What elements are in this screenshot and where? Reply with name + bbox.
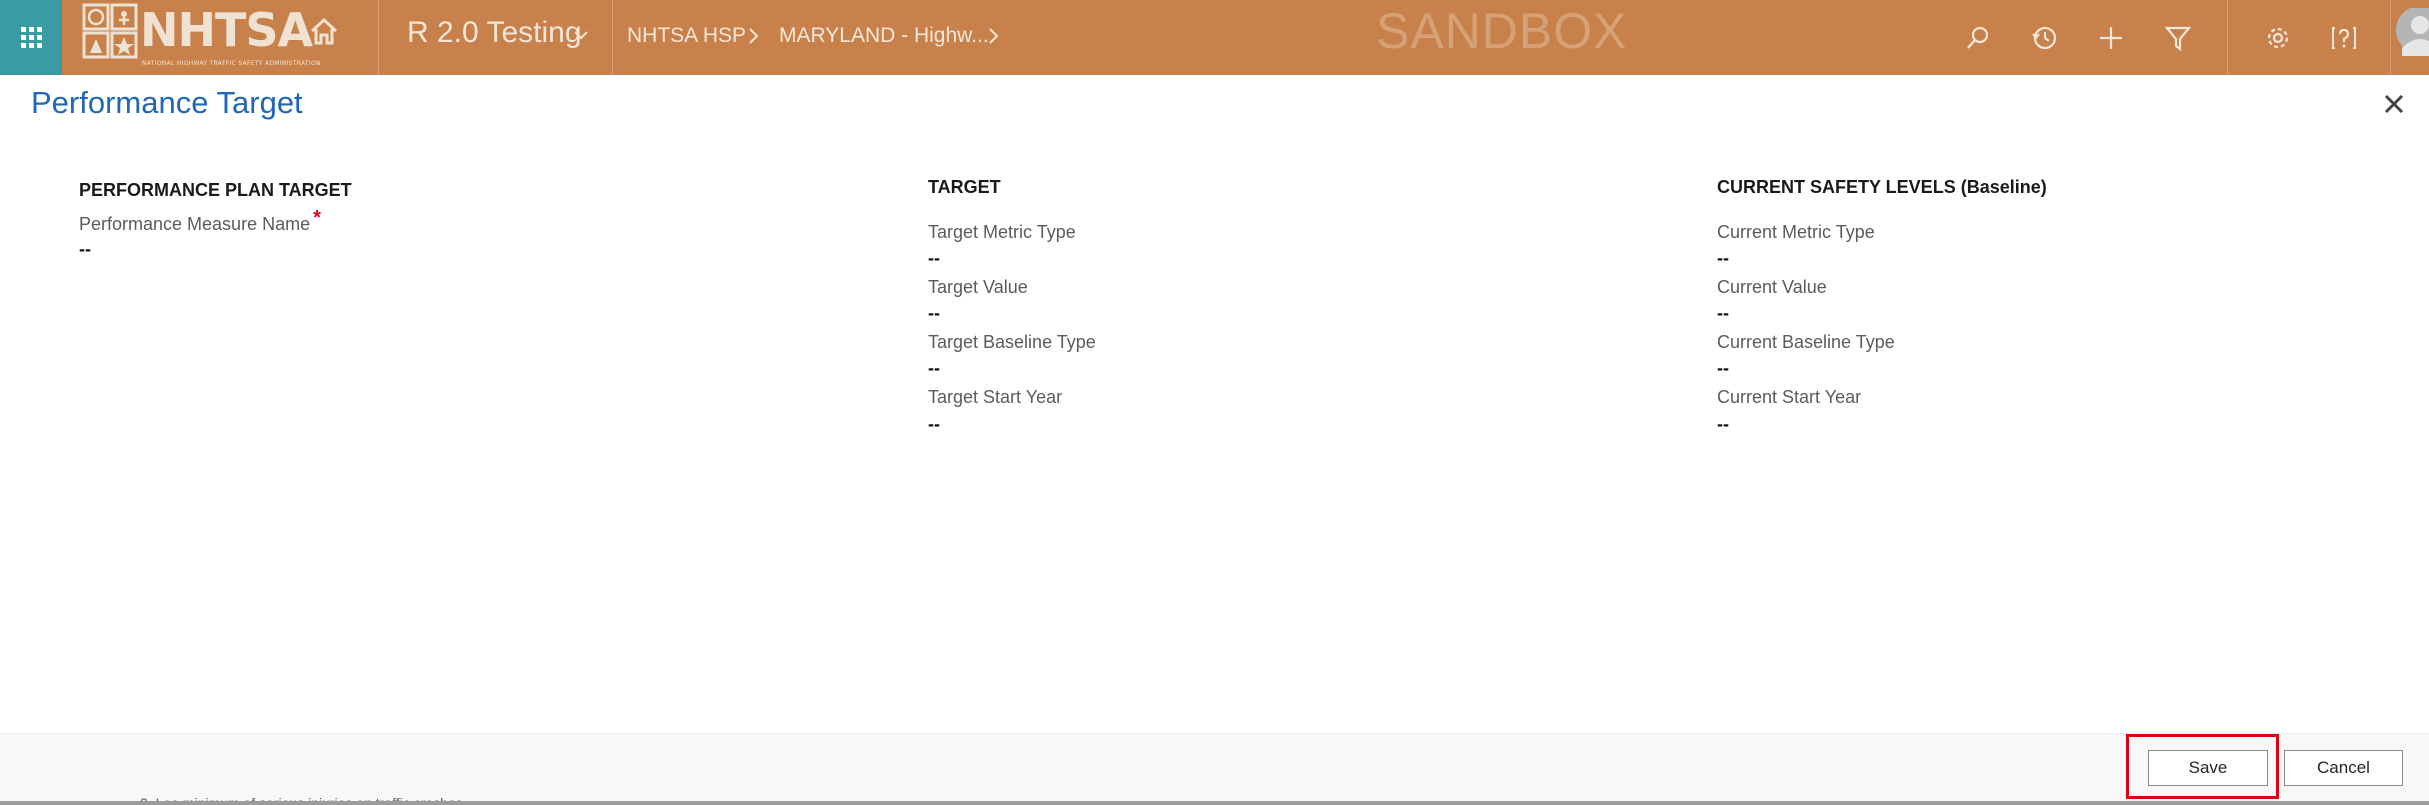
- home-icon[interactable]: [309, 16, 339, 46]
- field-value-current-start-year[interactable]: --: [1717, 414, 1729, 435]
- user-avatar-icon[interactable]: [2396, 8, 2429, 68]
- help-icon[interactable]: [2330, 24, 2358, 52]
- dialog-title: Performance Target: [31, 85, 303, 120]
- dialog-bottom-border: [0, 801, 2429, 805]
- cancel-button[interactable]: Cancel: [2284, 750, 2403, 786]
- field-label-current-start-year: Current Start Year: [1717, 387, 1862, 407]
- sandbox-watermark: SANDBOX: [1376, 3, 1628, 59]
- nav-divider: [2227, 0, 2228, 75]
- field-value-current-value[interactable]: --: [1717, 303, 1729, 324]
- field-label-target-baseline-type: Target Baseline Type: [928, 332, 1096, 352]
- section-heading-plan-target: PERFORMANCE PLAN TARGET: [79, 180, 352, 200]
- field-value-current-baseline-type[interactable]: --: [1717, 358, 1729, 379]
- save-button[interactable]: Save: [2148, 750, 2268, 786]
- filter-icon[interactable]: [2164, 24, 2192, 52]
- field-value-current-metric-type[interactable]: --: [1717, 248, 1729, 269]
- breadcrumb-maryland[interactable]: MARYLAND - Highw...: [779, 24, 989, 48]
- logo-text: NHTSA: [140, 3, 313, 57]
- top-nav-bar: NHTSA NATIONAL HIGHWAY TRAFFIC SAFETY AD…: [0, 0, 2429, 75]
- gear-icon[interactable]: [2264, 24, 2292, 52]
- chevron-down-icon[interactable]: [572, 26, 590, 44]
- section-heading-target: TARGET: [928, 177, 1001, 197]
- nhtsa-emblem-icon: [82, 3, 138, 59]
- dialog-footer: [0, 733, 2429, 801]
- field-label-target-metric-type: Target Metric Type: [928, 222, 1076, 242]
- field-value-target-metric-type[interactable]: --: [928, 248, 940, 269]
- history-icon[interactable]: [2031, 24, 2059, 52]
- field-label-current-baseline-type: Current Baseline Type: [1717, 332, 1895, 352]
- field-label-target-start-year: Target Start Year: [928, 387, 1063, 407]
- field-label-current-value: Current Value: [1717, 277, 1827, 297]
- measure-name-label-text: Performance Measure Name: [79, 214, 311, 234]
- field-label-target-value: Target Value: [928, 277, 1028, 297]
- field-label-current-metric-type: Current Metric Type: [1717, 222, 1875, 242]
- nav-divider: [612, 0, 613, 75]
- app-launcher-button[interactable]: [0, 0, 62, 75]
- breadcrumb-nhtsa-hsp[interactable]: NHTSA HSP: [627, 24, 746, 48]
- nav-divider: [378, 0, 379, 75]
- nav-divider: [2390, 0, 2391, 75]
- field-label-measure-name: Performance Measure Name *: [79, 207, 321, 236]
- field-value-measure-name[interactable]: --: [79, 239, 91, 260]
- search-icon[interactable]: [1964, 24, 1992, 52]
- waffle-icon: [20, 27, 42, 48]
- close-icon[interactable]: [2380, 90, 2408, 118]
- logo-subtitle: NATIONAL HIGHWAY TRAFFIC SAFETY ADMINIST…: [142, 60, 321, 67]
- field-value-target-start-year[interactable]: --: [928, 414, 940, 435]
- app-title[interactable]: R 2.0 Testing: [407, 16, 582, 50]
- section-heading-current-safety-levels: CURRENT SAFETY LEVELS (Baseline): [1717, 177, 2047, 197]
- chevron-right-icon: [749, 28, 759, 44]
- field-value-target-value[interactable]: --: [928, 303, 940, 324]
- chevron-right-icon: [989, 28, 999, 44]
- required-asterisk: *: [313, 207, 321, 229]
- plus-icon[interactable]: [2097, 24, 2125, 52]
- field-value-target-baseline-type[interactable]: --: [928, 358, 940, 379]
